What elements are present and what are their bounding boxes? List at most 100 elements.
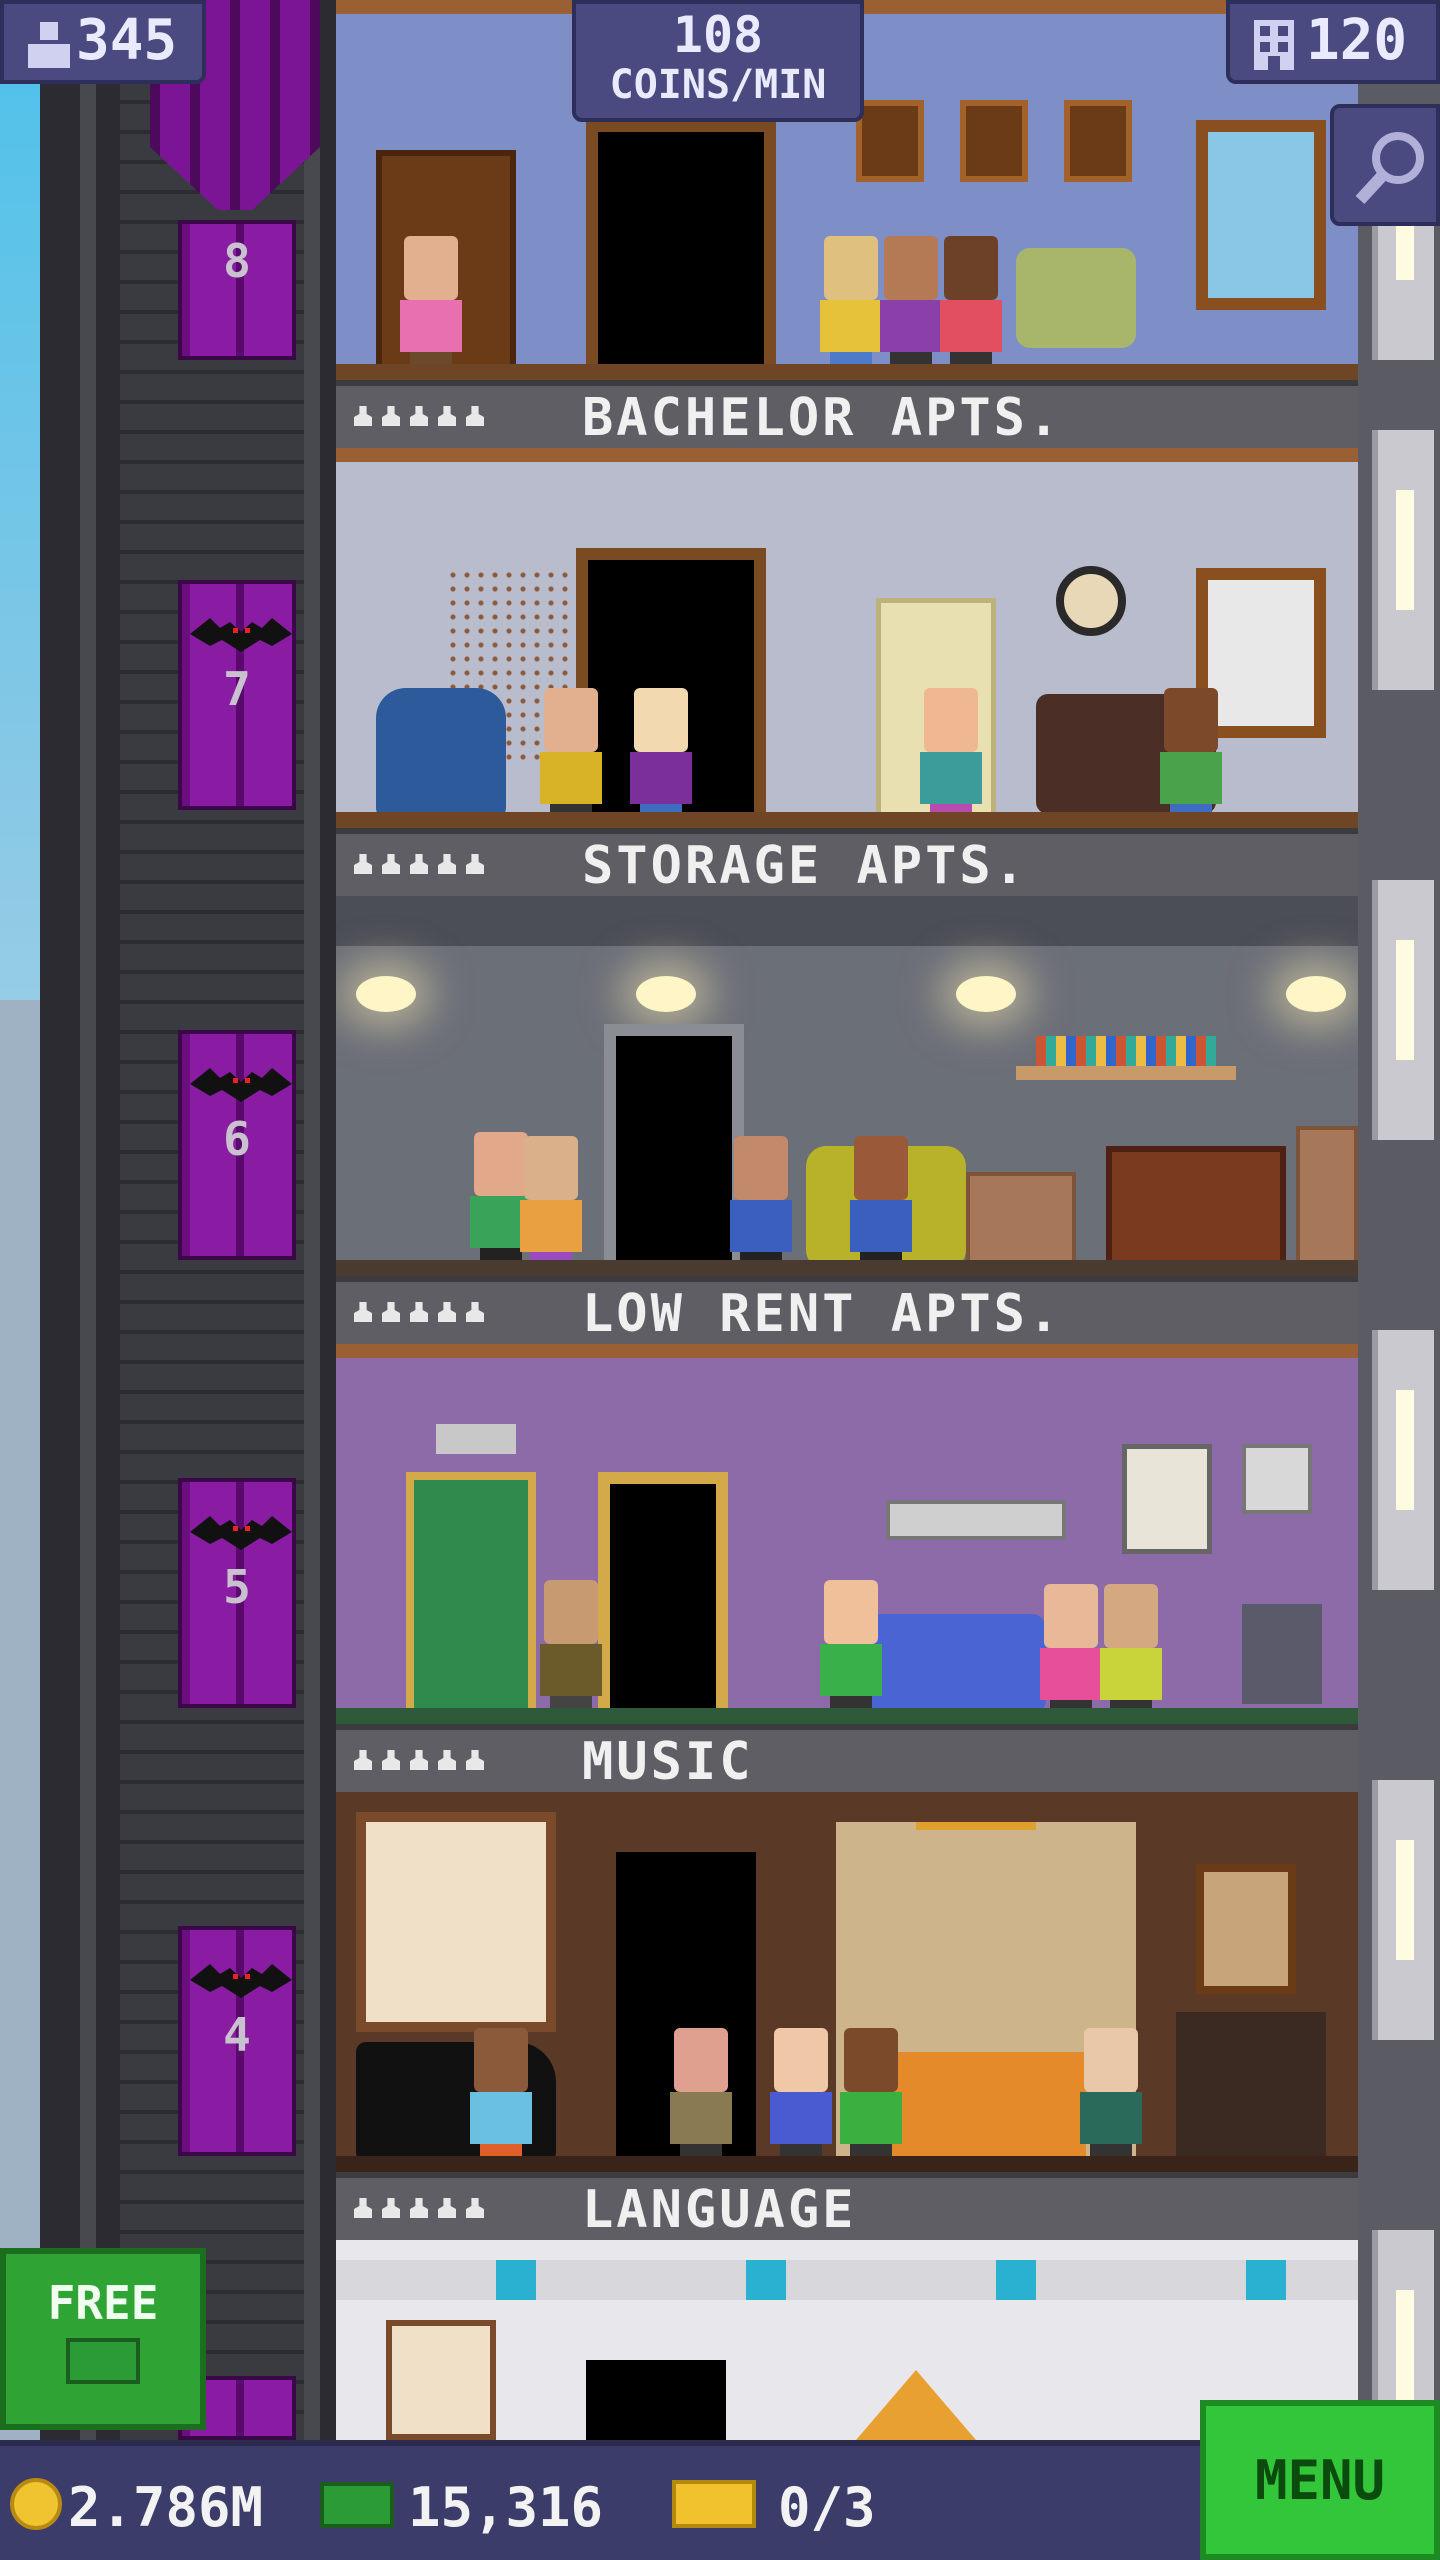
resident-bitizen[interactable] <box>666 2028 736 2168</box>
person-icon <box>28 22 70 68</box>
wall-light <box>1396 220 1414 280</box>
star-icon <box>382 854 400 874</box>
old-tv <box>1242 1604 1322 1704</box>
population-counter[interactable]: 345 <box>0 0 206 84</box>
ceiling-lamp <box>356 976 416 1012</box>
floor-trim <box>336 812 1358 828</box>
elevator-door-8[interactable]: 8 <box>178 220 296 360</box>
resident-bitizen[interactable] <box>536 688 606 828</box>
star-icon <box>382 1302 400 1322</box>
golden-ticket-icon <box>672 2480 756 2528</box>
armchair <box>1016 248 1136 348</box>
room-interior[interactable] <box>336 896 1358 1276</box>
resident-bitizen[interactable] <box>516 1136 586 1276</box>
elevator-rail <box>304 0 320 2440</box>
floor-counter[interactable]: 120 <box>1226 0 1440 84</box>
free-bux-button[interactable]: FREE <box>0 2248 206 2430</box>
elevator-door-4[interactable]: 4 <box>178 1926 296 2156</box>
bat-icon <box>190 1964 292 1998</box>
resident-bitizen[interactable] <box>836 2028 906 2168</box>
wall-light <box>1396 1390 1414 1510</box>
cardboard-box <box>966 1172 1076 1272</box>
elevator-door-7[interactable]: 7 <box>178 580 296 810</box>
elevator-door-5[interactable]: 5 <box>178 1478 296 1708</box>
ceiling-lamp <box>636 976 696 1012</box>
tower-bux-icon <box>320 2482 394 2528</box>
elevator-rail <box>80 0 96 2440</box>
tickets-value[interactable]: 0/3 <box>778 2476 876 2539</box>
coin-icon <box>10 2478 62 2530</box>
wall-light <box>1396 490 1414 610</box>
star-icon <box>466 1750 484 1770</box>
wall-shelf <box>1016 1066 1236 1080</box>
floor-label-bar: LANGUAGE <box>336 2172 1358 2240</box>
floor-language[interactable]: LANGUAGE <box>336 1792 1358 2240</box>
resident-bitizen[interactable] <box>1076 2028 1146 2168</box>
star-icon <box>354 1750 372 1770</box>
resident-bitizen[interactable] <box>396 236 466 376</box>
floor-storage-apts[interactable]: STORAGE APTS. <box>336 448 1358 896</box>
bat-icon <box>190 1516 292 1550</box>
coins-value[interactable]: 2.786M <box>68 2476 263 2539</box>
window <box>1196 120 1326 310</box>
star-icon <box>354 2198 372 2218</box>
resident-bitizen[interactable] <box>1156 688 1226 828</box>
magnifier-icon <box>1355 132 1424 205</box>
floor-stars <box>354 1302 494 1326</box>
apartment-door <box>586 120 776 380</box>
resident-bitizen[interactable] <box>626 688 696 828</box>
rate-value: 108 <box>672 6 764 64</box>
star-icon <box>466 1302 484 1322</box>
floor-count: 120 <box>1306 8 1408 73</box>
picture-frame <box>856 100 924 182</box>
old-tv <box>1106 1146 1286 1270</box>
rate-unit: COINS/MIN <box>609 62 827 108</box>
wall-panel <box>1372 880 1434 1140</box>
wall-pattern <box>336 2260 1358 2300</box>
floor-music[interactable]: MUSIC <box>336 1344 1358 1792</box>
star-icon <box>410 406 428 426</box>
star-icon <box>410 1750 428 1770</box>
floor-trim <box>336 1260 1358 1276</box>
floor-trim <box>336 1708 1358 1724</box>
wall-painting <box>1196 1864 1296 1994</box>
room-interior[interactable] <box>336 1344 1358 1724</box>
menu-button[interactable]: MENU <box>1200 2400 1440 2560</box>
resident-bitizen[interactable] <box>816 1580 886 1720</box>
star-icon <box>438 1302 456 1322</box>
bat-icon <box>190 618 292 652</box>
elevator-floor-number: 7 <box>223 662 251 716</box>
room-interior[interactable] <box>336 1792 1358 2172</box>
background-building <box>0 1000 40 2440</box>
room-interior[interactable] <box>336 448 1358 828</box>
chandelier <box>916 1822 1036 1930</box>
elevator-shaft[interactable]: 8 7 6 5 4 <box>40 0 336 2440</box>
wall-light <box>1396 1840 1414 1960</box>
elevator-door-6[interactable]: 6 <box>178 1030 296 1260</box>
ceiling-lamp <box>956 976 1016 1012</box>
floor-label-bar: BACHELOR APTS. <box>336 380 1358 448</box>
population-value: 345 <box>76 8 178 73</box>
floor-name: MUSIC <box>582 1732 754 1792</box>
resident-bitizen[interactable] <box>766 2028 836 2168</box>
resident-bitizen[interactable] <box>536 1580 606 1720</box>
resident-bitizen[interactable] <box>916 688 986 828</box>
books <box>1036 1036 1216 1066</box>
resident-bitizen[interactable] <box>726 1136 796 1276</box>
floor-low-rent-apts[interactable]: LOW RENT APTS. <box>336 896 1358 1344</box>
star-icon <box>410 854 428 874</box>
floor-stars <box>354 406 494 430</box>
resident-bitizen[interactable] <box>936 236 1006 376</box>
resident-bitizen[interactable] <box>466 2028 536 2168</box>
apartment-door <box>598 1472 728 1724</box>
resident-bitizen[interactable] <box>846 1136 916 1276</box>
resident-bitizen[interactable] <box>1096 1584 1166 1724</box>
coins-per-minute-display: 108 COINS/MIN <box>572 0 864 122</box>
bux-icon <box>6 2338 200 2395</box>
building-right-wall <box>1358 0 1440 2440</box>
star-icon <box>354 854 372 874</box>
elevator-floor-number: 4 <box>223 2008 251 2062</box>
search-button[interactable] <box>1330 104 1440 226</box>
bux-value[interactable]: 15,316 <box>408 2476 603 2539</box>
green-door <box>406 1472 536 1722</box>
